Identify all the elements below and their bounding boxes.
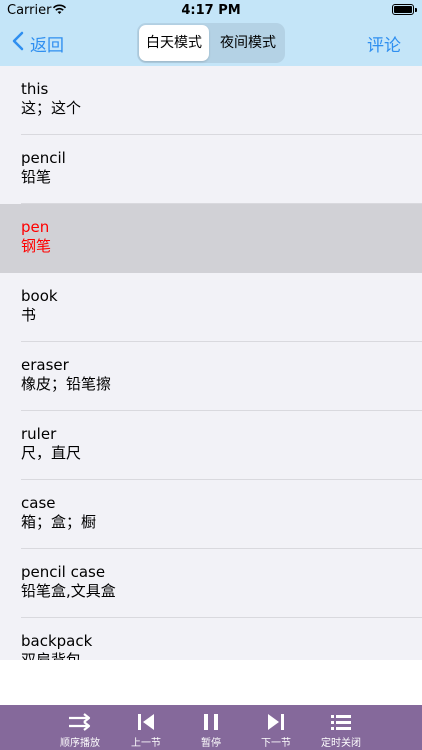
list-icon — [331, 715, 351, 730]
word-row[interactable]: ruler 尺，直尺 — [0, 411, 422, 480]
skip-forward-icon — [268, 714, 284, 730]
word-row[interactable]: backpack 双肩背包 — [0, 618, 422, 660]
player-toolbar: 顺序播放 上一节 暂停 下一节 定时关闭 — [0, 705, 422, 750]
word-chinese: 尺，直尺 — [21, 444, 82, 462]
word-row[interactable]: pencil case 铅笔盒,文具盒 — [0, 549, 422, 618]
word-row[interactable]: this 这；这个 — [0, 66, 422, 135]
back-label: 返回 — [30, 35, 64, 56]
word-row[interactable]: pencil 铅笔 — [0, 135, 422, 204]
word-row-selected[interactable]: pen 钢笔 — [0, 204, 422, 273]
previous-section-button[interactable]: 上一节 — [116, 705, 176, 750]
mode-segmented-control: 白天模式 夜间模式 — [137, 23, 285, 63]
word-chinese: 铅笔盒,文具盒 — [21, 582, 116, 600]
word-chinese: 箱；盒；橱 — [21, 513, 97, 531]
back-button[interactable]: 返回 — [12, 31, 64, 56]
word-row[interactable]: book 书 — [0, 273, 422, 342]
word-chinese: 钢笔 — [21, 237, 52, 255]
word-english: backpack — [21, 632, 93, 650]
order-play-button[interactable]: 顺序播放 — [50, 705, 110, 750]
word-english: pencil — [21, 149, 66, 167]
timer-close-button[interactable]: 定时关闭 — [311, 705, 371, 750]
word-english: eraser — [21, 356, 69, 374]
pause-icon — [204, 714, 218, 730]
pause-label: 暂停 — [201, 738, 221, 749]
status-bar: Carrier 4:17 PM — [0, 0, 422, 22]
word-english: ruler — [21, 425, 57, 443]
word-english: pen — [21, 218, 50, 236]
previous-label: 上一节 — [131, 738, 161, 749]
word-english: this — [21, 80, 49, 98]
chevron-left-icon — [12, 31, 24, 55]
word-chinese: 铅笔 — [21, 168, 52, 186]
comment-button[interactable]: 评论 — [367, 31, 401, 56]
header: Carrier 4:17 PM 返回 白天模式 夜间模式 评论 — [0, 0, 422, 66]
word-english: book — [21, 287, 58, 305]
status-time: 4:17 PM — [181, 3, 241, 18]
segment-night-mode[interactable]: 夜间模式 — [213, 25, 283, 61]
skip-back-icon — [138, 714, 154, 730]
order-play-label: 顺序播放 — [60, 738, 100, 749]
next-label: 下一节 — [261, 738, 291, 749]
word-english: pencil case — [21, 563, 106, 581]
word-chinese: 橡皮；铅笔擦 — [21, 375, 112, 393]
timer-label: 定时关闭 — [321, 738, 361, 749]
word-chinese: 书 — [21, 306, 37, 324]
word-row[interactable]: eraser 橡皮；铅笔擦 — [0, 342, 422, 411]
word-english: case — [21, 494, 56, 512]
word-row[interactable]: case 箱；盒；橱 — [0, 480, 422, 549]
word-list: this 这；这个 pencil 铅笔 pen 钢笔 book 书 eraser… — [0, 66, 422, 660]
battery-icon — [392, 4, 417, 15]
next-section-button[interactable]: 下一节 — [246, 705, 306, 750]
shuffle-order-icon — [69, 713, 91, 731]
segment-day-mode[interactable]: 白天模式 — [139, 25, 209, 61]
content-spacer — [0, 660, 422, 705]
word-chinese: 双肩背包 — [21, 651, 82, 660]
pause-button[interactable]: 暂停 — [181, 705, 241, 750]
word-chinese: 这；这个 — [21, 99, 82, 117]
